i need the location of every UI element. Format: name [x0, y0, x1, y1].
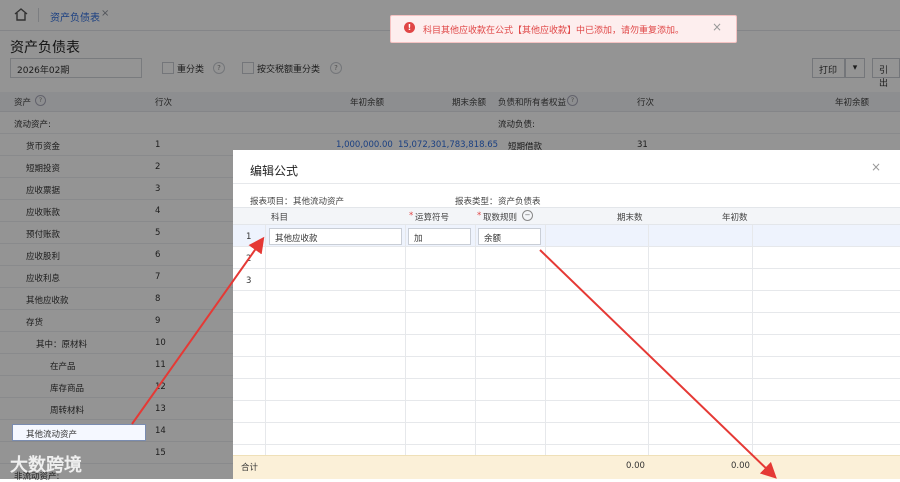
annotation-arrows — [131, 236, 777, 479]
arrow-to-total — [539, 249, 777, 479]
selected-row-label: 其他流动资产 — [26, 430, 78, 440]
arrow-to-subject — [131, 236, 265, 425]
watermark-logo: 大数跨境 — [10, 455, 82, 476]
